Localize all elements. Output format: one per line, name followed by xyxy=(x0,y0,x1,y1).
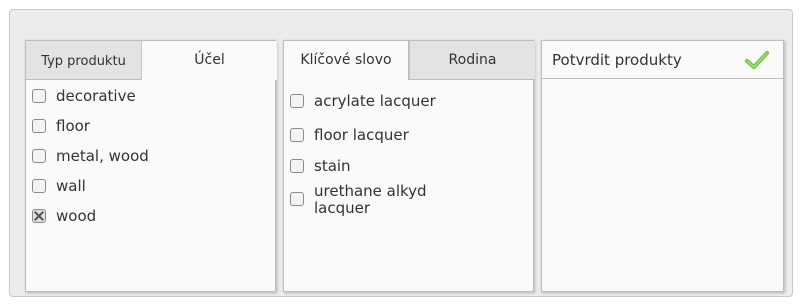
keyword-filter-panel: Klíčové slovo Rodina acrylate lacquer fl… xyxy=(283,40,535,292)
list-item[interactable]: metal, wood xyxy=(32,148,149,165)
checkbox[interactable] xyxy=(32,179,46,193)
item-label: floor lacquer xyxy=(314,126,409,144)
list-item[interactable]: acrylate lacquer xyxy=(290,93,436,110)
item-label: urethane alkyd lacquer xyxy=(314,182,427,217)
list-item[interactable]: stain xyxy=(290,158,351,175)
panel2-tabs: Klíčové slovo Rodina xyxy=(284,41,535,80)
checkbox[interactable] xyxy=(290,94,304,108)
checkbox[interactable] xyxy=(32,119,46,133)
list-item[interactable]: floor lacquer xyxy=(290,127,409,144)
list-item[interactable]: wood xyxy=(32,208,96,225)
item-label: wood xyxy=(56,207,97,225)
tab-keyword[interactable]: Klíčové slovo xyxy=(284,41,409,80)
list-item[interactable]: decorative xyxy=(32,88,136,105)
item-label: acrylate lacquer xyxy=(314,92,436,110)
tab-product-type[interactable]: Typ produktu xyxy=(26,41,142,79)
confirm-products-header[interactable]: Potvrdit produkty xyxy=(542,41,783,79)
item-label: floor xyxy=(56,117,90,135)
panel1-tabs: Typ produktu Účel xyxy=(26,41,277,80)
confirm-products-title: Potvrdit produkty xyxy=(552,50,682,69)
item-label: wall xyxy=(56,177,86,195)
checkbox[interactable] xyxy=(32,149,46,163)
list-item[interactable]: urethane alkyd lacquer xyxy=(290,183,465,217)
list-item[interactable]: wall xyxy=(32,178,86,195)
item-label: stain xyxy=(314,157,351,175)
checkbox[interactable] xyxy=(290,159,304,173)
item-label: metal, wood xyxy=(56,147,149,165)
purpose-filter-panel: Typ produktu Účel decorative floor metal… xyxy=(25,40,277,292)
checkmark-icon[interactable] xyxy=(745,50,769,70)
checkbox[interactable] xyxy=(290,192,304,206)
tab-purpose[interactable]: Účel xyxy=(142,41,277,80)
list-item[interactable]: floor xyxy=(32,118,90,135)
checkbox-checked[interactable] xyxy=(32,209,46,223)
checkbox[interactable] xyxy=(290,128,304,142)
tab-family[interactable]: Rodina xyxy=(409,41,535,79)
confirm-products-panel: Potvrdit produkty xyxy=(541,40,784,292)
item-label: decorative xyxy=(56,87,136,105)
checkbox[interactable] xyxy=(32,89,46,103)
